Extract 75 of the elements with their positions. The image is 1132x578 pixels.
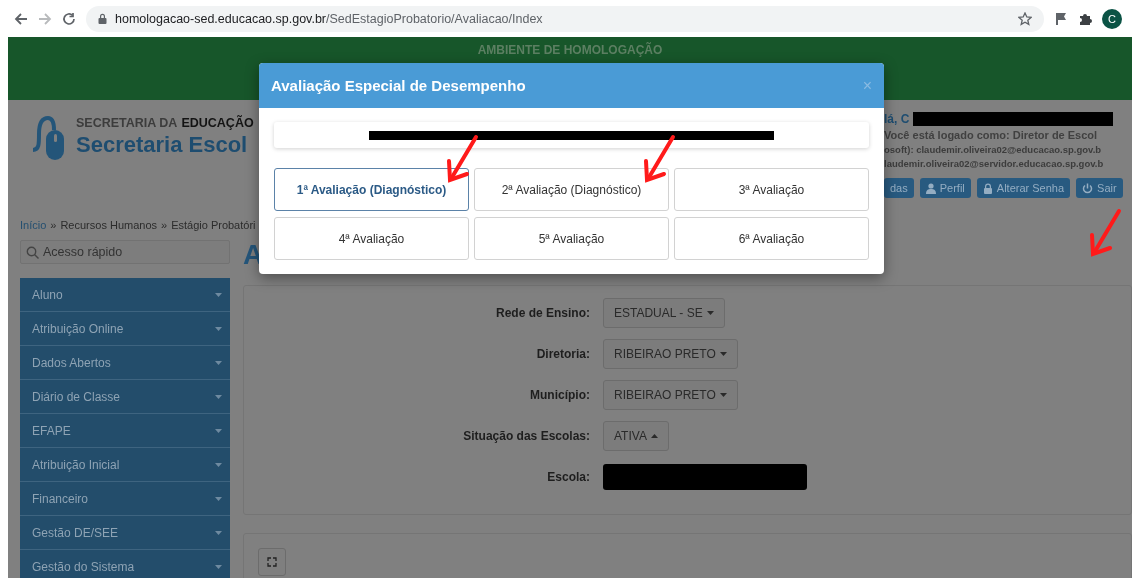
field-label: Diretoria:	[535, 347, 590, 361]
breadcrumb-separator: »	[50, 219, 57, 231]
sidebar-item[interactable]: Atribuição Inicial	[20, 448, 230, 482]
sidebar-item[interactable]: Gestão do Sistema	[20, 550, 230, 578]
app-name: Secretaria Escol	[76, 132, 249, 158]
header-button[interactable]: Sair	[1076, 178, 1123, 198]
dropdown[interactable]: ESTADUAL - SE	[603, 298, 725, 328]
annotation-arrow	[644, 135, 675, 183]
sidebar-item[interactable]: EFAPE	[20, 414, 230, 448]
evaluation-button[interactable]: 4ª Avaliação	[274, 217, 469, 260]
breadcrumb-item[interactable]: Início	[20, 219, 47, 231]
department-prefix: SECRETARIA DA	[76, 116, 178, 130]
puzzle-icon[interactable]	[1078, 11, 1092, 26]
evaluation-button[interactable]: 5ª Avaliação	[474, 217, 669, 260]
dropdown[interactable]: ATIVA	[603, 421, 669, 451]
caret-icon	[215, 496, 222, 501]
sidebar-item[interactable]: Financeiro	[20, 482, 230, 516]
caret-icon	[215, 428, 222, 433]
caret-icon	[706, 311, 714, 315]
breadcrumb-separator: »	[161, 219, 168, 231]
evaluation-button[interactable]: 2ª Avaliação (Diagnóstico)	[474, 168, 669, 211]
caret-icon	[215, 462, 222, 467]
caret-icon	[215, 360, 222, 365]
evaluation-button[interactable]: 1ª Avaliação (Diagnóstico)	[274, 168, 469, 211]
field-label: Município:	[529, 388, 590, 402]
search-field[interactable]: Acesso rápido	[20, 240, 230, 264]
caret-icon	[215, 530, 222, 535]
caret-icon	[215, 326, 222, 331]
search-icon	[26, 246, 39, 259]
sidebar-item[interactable]: Dados Abertos	[20, 346, 230, 380]
user-email: laudemir.oliveira02@servidor.educacao.sp.gov.b	[884, 158, 1105, 169]
header-button[interactable]: Alterar Senha	[976, 178, 1071, 198]
lock-icon	[982, 182, 993, 194]
sidebar-item[interactable]: Gestão DE/SEE	[20, 516, 230, 550]
field-label: Escola:	[546, 470, 590, 484]
caret-icon	[650, 434, 658, 438]
caret-icon	[719, 352, 727, 356]
greeting: lá, C	[884, 112, 910, 126]
sidebar-item[interactable]: Diário de Classe	[20, 380, 230, 414]
back-icon[interactable]	[14, 11, 28, 26]
flag-icon[interactable]	[1054, 11, 1068, 26]
annotation-arrow	[447, 135, 478, 183]
logged-in-role: Você está logado como: Diretor de Escol	[884, 129, 1099, 141]
department-name: EDUCAÇÃO	[181, 116, 254, 130]
field-label: Situação das Escolas:	[462, 429, 590, 443]
dialog-title: Avaliação Especial de Desempenho	[271, 77, 526, 94]
caret-icon	[719, 393, 727, 397]
evaluation-button[interactable]: 6ª Avaliação	[674, 217, 869, 260]
dropdown[interactable]: RIBEIRAO PRETO	[603, 380, 738, 410]
sidebar-item[interactable]: Atribuição Online	[20, 312, 230, 346]
user-email: osoft): claudemir.oliveira02@educacao.sp.gov.b	[884, 144, 1103, 155]
breadcrumb-item: Recursos Humanos	[60, 219, 157, 231]
caret-icon	[215, 564, 222, 569]
lock-icon	[98, 13, 107, 24]
environment-banner-text: AMBIENTE DE HOMOLOGAÇÃO	[477, 43, 663, 57]
url-host: homologacao-sed.educacao.sp.gov.br	[115, 11, 327, 26]
dropdown[interactable]: RIBEIRAO PRETO	[603, 339, 738, 369]
expand-button[interactable]	[258, 548, 286, 576]
annotation-arrow	[1090, 209, 1121, 257]
expand-icon	[267, 557, 277, 567]
field-label: Rede de Ensino:	[495, 306, 590, 320]
user-icon	[925, 182, 936, 194]
address-bar[interactable]: homologacao-sed.educacao.sp.gov.br/SedEstagioProbatorio/Avaliacao/Index	[86, 5, 1044, 32]
power-icon	[1082, 182, 1094, 194]
caret-icon	[215, 292, 222, 297]
caret-icon	[215, 394, 222, 399]
reload-icon[interactable]	[62, 11, 76, 26]
evaluation-button[interactable]: 3ª Avaliação	[674, 168, 869, 211]
breadcrumb-item: Estágio Probatóri	[171, 219, 256, 231]
profile-avatar[interactable]: C	[1102, 8, 1122, 29]
url-path: /SedEstagioProbatorio/Avaliacao/Index	[326, 11, 543, 26]
star-icon[interactable]	[1018, 11, 1032, 26]
header-button[interactable]: Perfil	[919, 178, 971, 198]
header-button[interactable]: das	[884, 178, 914, 198]
sidebar-item[interactable]: Aluno	[20, 278, 230, 312]
